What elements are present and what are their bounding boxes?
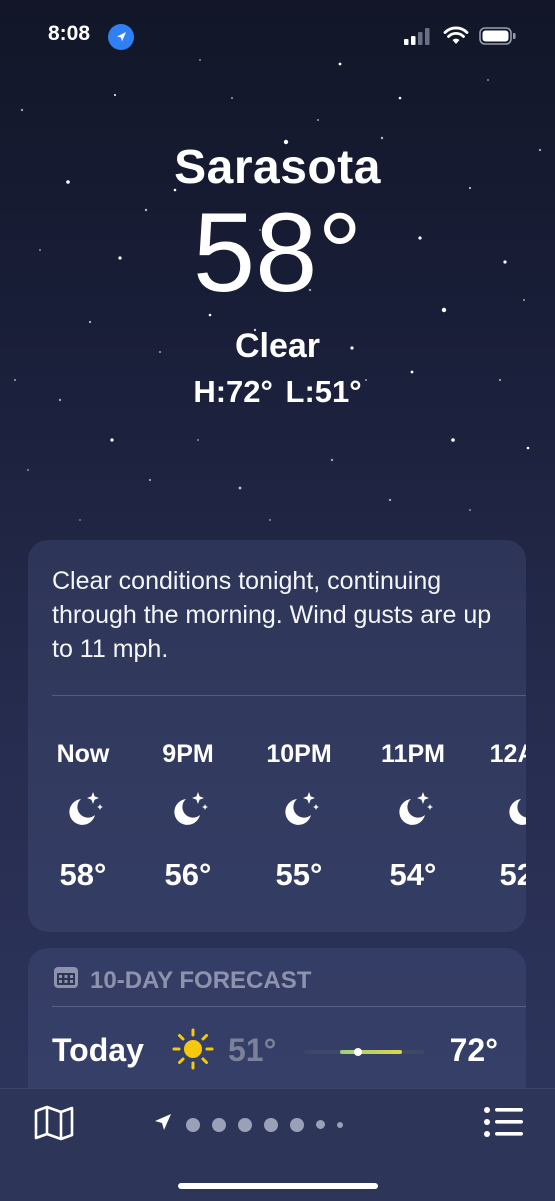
page-indicator[interactable] [152, 1111, 343, 1138]
high-low: H:72° L:51° [193, 374, 362, 409]
hour-temp: 55° [275, 857, 323, 892]
wifi-icon [443, 26, 469, 51]
home-indicator[interactable] [178, 1183, 378, 1189]
hour-temp: 52° [499, 857, 526, 892]
moon-stars-icon [244, 787, 354, 835]
current-temp-marker [354, 1048, 362, 1056]
hour-label: Now [56, 740, 110, 768]
hour-temp: 58° [59, 857, 107, 892]
battery-icon [479, 26, 517, 51]
page-dot [212, 1117, 226, 1132]
hour-temp: 56° [164, 857, 212, 892]
calendar-icon [52, 964, 80, 997]
hour-column: 9PM 56° [133, 736, 243, 893]
hour-label: 11PM [381, 740, 445, 768]
bottom-toolbar [0, 1088, 555, 1201]
high-temp: 72° [449, 1032, 498, 1068]
status-bar: 8:08 [0, 22, 555, 52]
moon-stars-icon [358, 787, 468, 835]
hour-label: 10PM [266, 740, 332, 768]
card-divider [52, 695, 526, 696]
hourly-scroll[interactable]: Now 58° 9PM 56° 10PM 55° 11PM 54° 12 52 [28, 736, 526, 916]
forecast-title: 10-DAY FORECAST [90, 966, 312, 994]
hour-column: 10PM 55° [244, 736, 354, 893]
forecast-summary: Clear conditions tonight, continuing thr… [52, 567, 492, 663]
status-indicators [403, 26, 517, 51]
moon-stars-icon [133, 787, 243, 835]
city-name: Sarasota [174, 141, 381, 194]
hour-label: 12AM [489, 740, 526, 768]
map-icon[interactable] [32, 1103, 76, 1148]
moon-stars-icon [28, 787, 138, 835]
hour-label: 9PM [162, 740, 214, 768]
card-divider [52, 1006, 526, 1007]
page-dot [238, 1117, 252, 1132]
forecast-day-row[interactable]: Today 51° 72° [52, 1028, 522, 1072]
forecast-header: 10-DAY FORECAST [52, 964, 311, 997]
temperature-range-bar [304, 1048, 424, 1056]
page-dot [186, 1117, 200, 1132]
page-dot [316, 1120, 325, 1129]
hour-column: 11PM 54° [358, 736, 468, 893]
location-arrow-icon [152, 1111, 174, 1138]
current-condition: Clear [234, 327, 321, 365]
moon-stars-icon [468, 787, 526, 835]
hourly-forecast-card[interactable]: Clear conditions tonight, continuing thr… [28, 540, 526, 932]
page-dot [337, 1121, 343, 1128]
list-icon[interactable] [483, 1105, 525, 1144]
sun-icon [170, 1026, 216, 1077]
temperature-range-fill [340, 1050, 403, 1054]
hour-column: Now 58° [28, 736, 138, 893]
low-temp: 51° [228, 1032, 277, 1068]
cellular-signal-icon [403, 26, 433, 51]
hour-temp: 54° [389, 857, 437, 892]
status-time: 8:08 [48, 22, 91, 45]
day-label: Today [52, 1032, 144, 1068]
page-dot [290, 1117, 304, 1132]
current-weather: Sarasota 58° Clear H:72° L:51° [0, 140, 555, 410]
location-services-icon [108, 24, 134, 50]
hour-column: 12AM 52° [468, 736, 526, 893]
page-dot [264, 1117, 278, 1132]
current-temperature: 58° [192, 190, 363, 315]
